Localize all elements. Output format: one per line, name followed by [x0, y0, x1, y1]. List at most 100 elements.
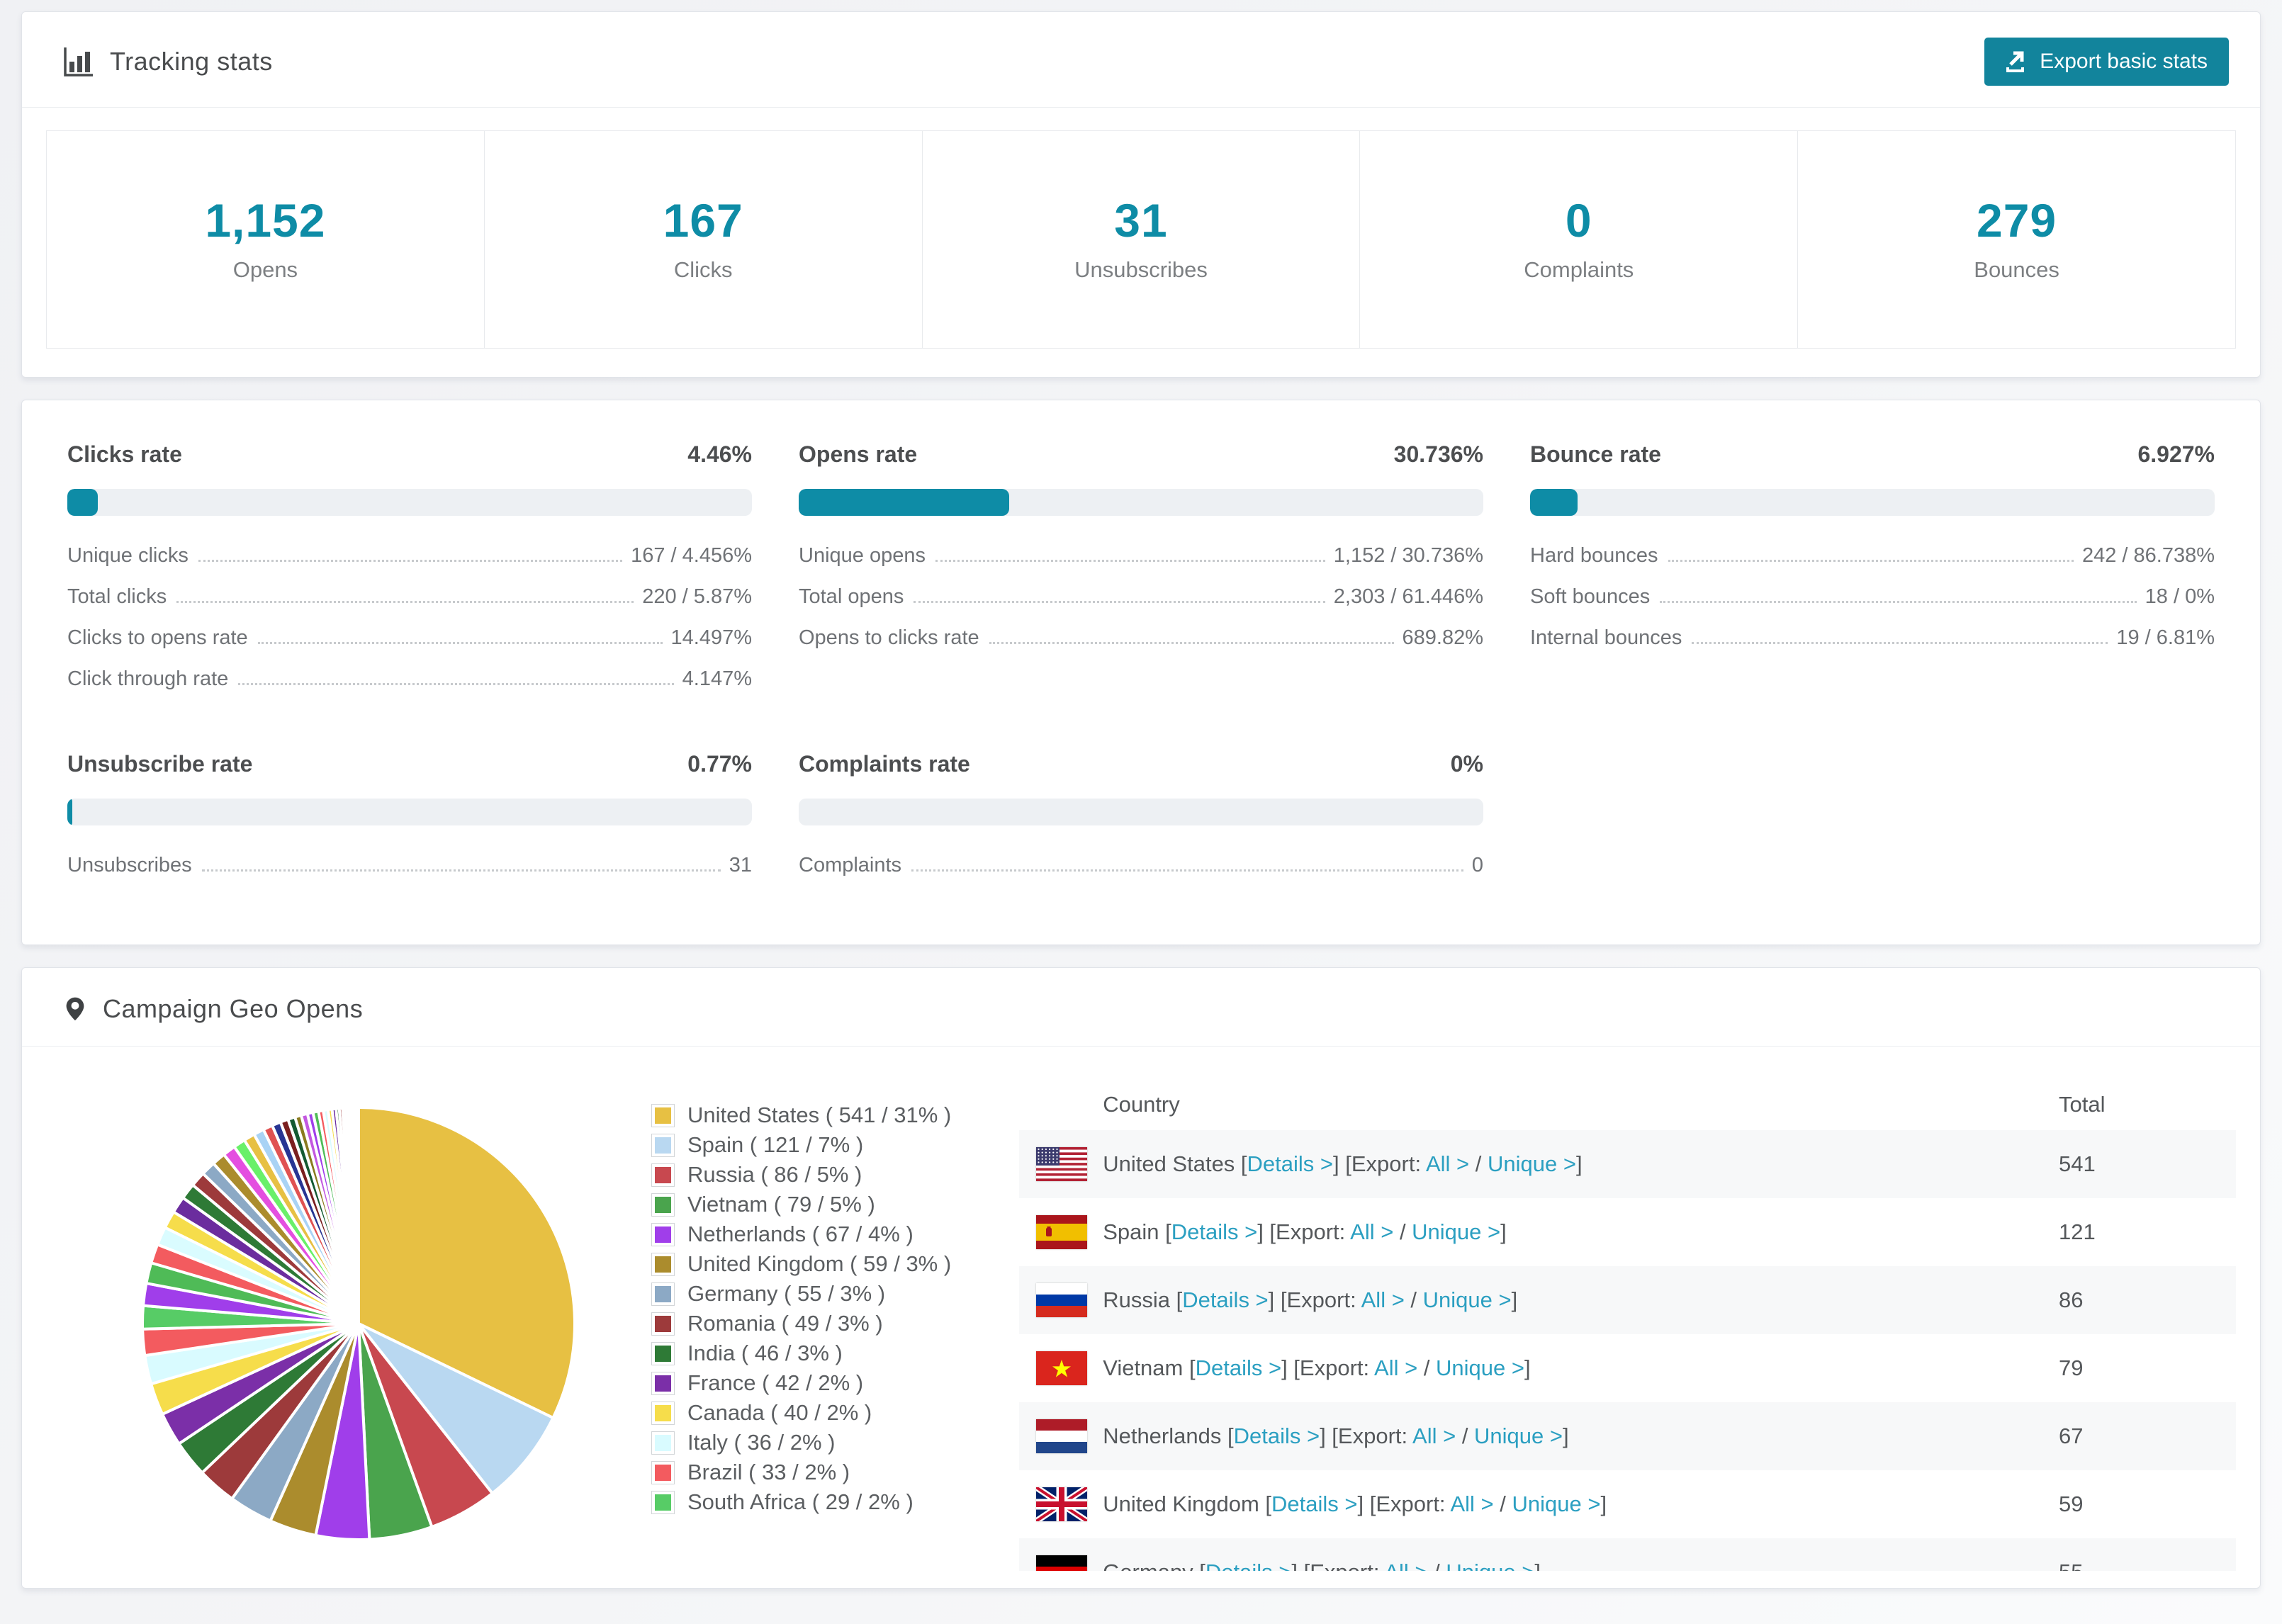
country-cell: United States [Details >] [Export: All >… [1103, 1151, 1583, 1176]
export-unique-link[interactable]: Unique > [1512, 1492, 1600, 1516]
stat-value: 0 [1565, 194, 1592, 247]
tracking-stats-title-row: Tracking stats [63, 46, 273, 77]
details-link[interactable]: Details > [1196, 1355, 1281, 1380]
detail-row: Complaints 0 [799, 854, 1483, 895]
bar-chart-icon [64, 47, 93, 77]
tracking-stats-card: Tracking stats Export basic stats 1,152 O… [21, 11, 2261, 378]
detail-label: Internal bounces [1530, 626, 1682, 649]
stat-label: Complaints [1524, 257, 1634, 282]
detail-row: Unique opens 1,152 / 30.736% [799, 544, 1483, 585]
stat-label: Clicks [673, 257, 733, 282]
country-cell: United Kingdom [Details >] [Export: All … [1103, 1492, 1607, 1516]
detail-value: 14.497% [670, 626, 753, 649]
detail-row: Clicks to opens rate 14.497% [67, 626, 752, 667]
legend-label: Russia ( 86 / 5% ) [687, 1162, 862, 1187]
export-all-link[interactable]: All > [1426, 1151, 1469, 1176]
country-cell: Vietnam [Details >] [Export: All > / Uni… [1103, 1355, 1531, 1380]
geo-opens-header: Campaign Geo Opens [22, 968, 2260, 1047]
legend-item-spain: Spain ( 121 / 7% ) [651, 1130, 951, 1160]
geo-pie-chart[interactable] [138, 1103, 579, 1571]
geo-table-row-spain: Spain [Details >] [Export: All > / Uniqu… [1019, 1198, 2236, 1266]
export-unique-link[interactable]: Unique > [1423, 1287, 1512, 1312]
total-cell: 59 [2059, 1492, 2084, 1516]
detail-value: 242 / 86.738% [2081, 544, 2215, 567]
legend-item-netherlands: Netherlands ( 67 / 4% ) [651, 1219, 951, 1249]
details-link[interactable]: Details > [1234, 1423, 1320, 1448]
legend-item-india: India ( 46 / 3% ) [651, 1338, 951, 1368]
total-cell: 55 [2059, 1560, 2236, 1571]
geo-opens-card: Campaign Geo Opens United States ( 541 /… [21, 967, 2261, 1589]
legend-color-swatch [651, 1490, 675, 1514]
flag-nl-icon [1036, 1419, 1088, 1453]
geo-table-row-netherlands: Netherlands [Details >] [Export: All > /… [1019, 1402, 2236, 1470]
export-unique-link[interactable]: Unique > [1436, 1355, 1524, 1380]
details-link[interactable]: Details > [1205, 1560, 1291, 1571]
dotted-leader [914, 601, 1325, 603]
detail-row: Unsubscribes 31 [67, 854, 752, 895]
dotted-leader [257, 642, 663, 644]
export-unique-link[interactable]: Unique > [1474, 1423, 1563, 1448]
detail-value: 2,303 / 61.446% [1333, 585, 1483, 608]
legend-label: Spain ( 121 / 7% ) [687, 1132, 864, 1157]
rate-title: Complaints rate [799, 751, 970, 777]
pie-slice-other-53[interactable] [356, 1106, 360, 1325]
legend-color-swatch [651, 1103, 675, 1127]
legend-label: Vietnam ( 79 / 5% ) [687, 1192, 875, 1217]
dotted-leader [1692, 642, 2108, 644]
country-cell: Germany [Details >] [Export: All > / Uni… [1103, 1560, 2059, 1571]
export-all-link[interactable]: All > [1374, 1355, 1417, 1380]
export-unique-link[interactable]: Unique > [1488, 1151, 1576, 1176]
map-pin-icon [66, 997, 84, 1021]
detail-row: Hard bounces 242 / 86.738% [1530, 544, 2215, 585]
flag-de-icon [1036, 1555, 1088, 1571]
export-unique-link[interactable]: Unique > [1446, 1560, 1534, 1571]
stat-label: Unsubscribes [1074, 257, 1208, 282]
details-link[interactable]: Details > [1271, 1492, 1357, 1516]
rates-card: Clicks rate 4.46% Unique clicks 167 / 4.456… [21, 400, 2261, 945]
detail-label: Hard bounces [1530, 544, 1658, 567]
progress-bar [799, 799, 1483, 825]
detail-label: Unique clicks [67, 544, 189, 567]
rate-block-complaints-rate: Complaints rate 0% Complaints 0 [799, 751, 1483, 895]
stat-value: 1,152 [205, 194, 326, 247]
country-column-header: Country [1103, 1092, 1180, 1117]
legend-item-south-africa: South Africa ( 29 / 2% ) [651, 1487, 951, 1517]
stat-label: Bounces [1974, 257, 2059, 282]
details-link[interactable]: Details > [1247, 1151, 1333, 1176]
export-all-link[interactable]: All > [1384, 1560, 1427, 1571]
geo-table-header-row: Country Total [1019, 1079, 2236, 1130]
export-basic-stats-button[interactable]: Export basic stats [1984, 38, 2229, 86]
total-cell: 79 [2059, 1355, 2084, 1380]
geo-opens-title-row: Campaign Geo Opens [63, 993, 363, 1025]
rate-value: 0% [1450, 751, 1483, 777]
page-title: Tracking stats [110, 47, 273, 76]
detail-value: 220 / 5.87% [642, 585, 752, 608]
detail-row: Internal bounces 19 / 6.81% [1530, 626, 2215, 667]
details-link[interactable]: Details > [1182, 1287, 1268, 1312]
legend-item-romania: Romania ( 49 / 3% ) [651, 1309, 951, 1338]
total-cell: 121 [2059, 1219, 2096, 1244]
rate-title: Opens rate [799, 441, 918, 467]
export-unique-link[interactable]: Unique > [1412, 1219, 1500, 1244]
geo-table-row-russia: Russia [Details >] [Export: All > / Uniq… [1019, 1266, 2236, 1334]
stat-label: Opens [232, 257, 298, 282]
detail-label: Total opens [799, 585, 904, 608]
progress-bar [1530, 489, 2215, 516]
geo-table-row-germany: Germany [Details >] [Export: All > / Uni… [1019, 1538, 2236, 1571]
rate-title: Bounce rate [1530, 441, 1661, 467]
detail-label: Unique opens [799, 544, 926, 567]
detail-row: Total opens 2,303 / 61.446% [799, 585, 1483, 626]
export-all-link[interactable]: All > [1361, 1287, 1405, 1312]
details-link[interactable]: Details > [1171, 1219, 1257, 1244]
geo-table-row-vietnam: Vietnam [Details >] [Export: All > / Uni… [1019, 1334, 2236, 1402]
export-all-link[interactable]: All > [1450, 1492, 1493, 1516]
legend-label: Brazil ( 33 / 2% ) [687, 1460, 850, 1484]
legend-color-swatch [651, 1133, 675, 1157]
detail-value: 167 / 4.456% [631, 544, 752, 567]
rate-value: 6.927% [2137, 441, 2215, 467]
flag-ru-icon [1036, 1283, 1088, 1317]
dotted-leader [198, 560, 623, 562]
export-all-link[interactable]: All > [1412, 1423, 1456, 1448]
stat-opens: 1,152 Opens [47, 131, 485, 348]
export-all-link[interactable]: All > [1350, 1219, 1393, 1244]
